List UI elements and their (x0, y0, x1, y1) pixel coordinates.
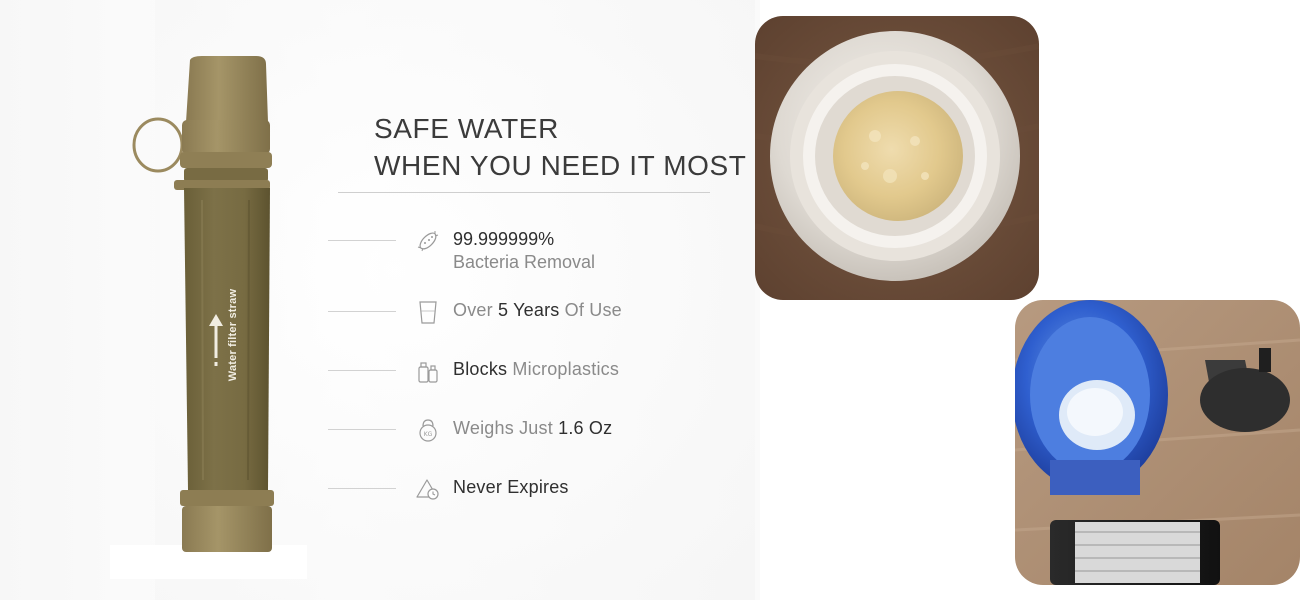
feature-text-post: Of Use (559, 300, 622, 320)
filter-membrane-closeup-photo (755, 16, 1039, 300)
feature-text: Never Expires (453, 477, 569, 498)
microplastics-icon (418, 362, 438, 383)
svg-text:KG: KG (424, 431, 433, 438)
feature-text: Over 5 Years Of Use (453, 300, 622, 321)
feature-text-pre: Over (453, 300, 499, 320)
connector-line (328, 240, 396, 241)
headline-line-2: WHEN YOU NEED IT MOST (374, 150, 747, 181)
feature-text-pre: Weighs Just (453, 418, 559, 438)
connector-line (328, 311, 396, 312)
feature-text-strong: Never Expires (453, 477, 569, 497)
feature-text: Blocks Microplastics (453, 359, 619, 380)
bacteria-icon (417, 231, 439, 252)
feature-text-post: Microplastics (507, 359, 620, 379)
water-filter-straw-image (132, 56, 274, 552)
no-expiry-icon (416, 479, 439, 500)
feature-never-expires: Never Expires (328, 468, 668, 508)
kettlebell-icon: KG (419, 419, 437, 442)
bacteria-label: Bacteria Removal (453, 252, 596, 272)
feature-microplastics: Blocks Microplastics (328, 350, 668, 390)
glass-icon (419, 301, 437, 324)
feature-text: Weighs Just 1.6 Oz (453, 418, 612, 439)
headline: SAFE WATER WHEN YOU NEED IT MOST (374, 110, 747, 184)
feature-text-strong: Blocks (453, 359, 508, 379)
connector-line (328, 370, 396, 371)
bacteria-percent: 99.999999% (453, 229, 555, 249)
feature-text-strong: 1.6 Oz (558, 418, 613, 438)
feature-weight: KG Weighs Just 1.6 Oz (328, 409, 668, 449)
headline-line-1: SAFE WATER (374, 113, 559, 144)
feature-text-strong: 5 Years (498, 300, 560, 320)
connector-line (328, 488, 396, 489)
straw-label: Water filter straw (227, 288, 239, 382)
feature-text: 99.999999% Bacteria Removal (453, 228, 595, 274)
blue-bottle-with-filter-photo (1015, 300, 1300, 585)
connector-line (328, 429, 396, 430)
feature-bacteria-removal: 99.999999% Bacteria Removal (328, 220, 668, 272)
feature-years-of-use: Over 5 Years Of Use (328, 291, 668, 331)
headline-divider (338, 192, 710, 193)
